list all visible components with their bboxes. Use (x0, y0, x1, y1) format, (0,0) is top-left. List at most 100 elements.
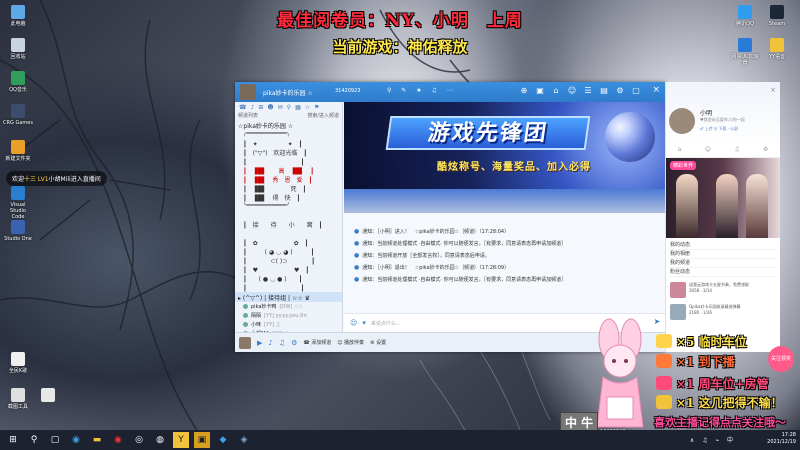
desktop-icon-folder[interactable]: 新建文件夹 (3, 140, 33, 162)
desktop-icon-extra[interactable] (33, 388, 63, 404)
settings-button[interactable]: ⚙ 设置 (370, 339, 386, 346)
menu-icon[interactable]: ☰ (583, 85, 593, 97)
yy-icon (770, 38, 784, 52)
settings-icon[interactable]: ⚙ (291, 339, 297, 347)
clock[interactable]: 17:28 2021/12/19 (767, 432, 796, 446)
phone-icon[interactable]: ☎ (239, 104, 246, 111)
game-icon[interactable]: ◈ (236, 432, 252, 448)
member-item[interactable]: pika妙卡鸭 [OW] ☆☆ (235, 302, 342, 311)
emoji-icon[interactable]: ☺ (350, 319, 357, 327)
desktop-icon-yy[interactable]: YY语音 (762, 38, 792, 60)
edge-icon[interactable]: ◉ (68, 432, 84, 448)
channel-symbol-row[interactable]: ╭━━━━━━━━━━━╮ (235, 130, 342, 139)
flag-icon[interactable]: ⚑ (314, 104, 319, 111)
qq-icon[interactable]: ◆ (215, 432, 231, 448)
desktop-icon-uu[interactable]: 网易UU加速器 (730, 38, 760, 66)
profile-photo-banner[interactable]: 精彩世界 (666, 158, 780, 238)
overlay-line-2: ×1 到下播 (676, 355, 735, 369)
play-accompaniment-button[interactable]: ☺ 播放伴奏 (337, 339, 364, 346)
window-titlebar[interactable]: pika妙卡的乐园 ☆ 31420923 ⚲ ✎ ★ ♫ ⋯ ⊕ ▣ ⌂ ☺ ☰… (235, 82, 665, 102)
desktop-icon-karaoke[interactable]: 全民K歌 (3, 352, 33, 374)
task-view-icon[interactable]: ▢ (47, 432, 63, 448)
desktop-icon-vscode[interactable]: Visual Studio Code (3, 186, 33, 220)
channel-symbol-row[interactable]: ┃ ▐█▌ 高 ▐█▌ ┃ (235, 166, 342, 175)
app-icon[interactable]: ▣ (194, 432, 210, 448)
desktop-icon-studio-one[interactable]: Studio One (3, 220, 33, 242)
user-icon[interactable]: ☻ (267, 104, 273, 111)
steam-icon[interactable]: ◎ (131, 432, 147, 448)
close-icon[interactable]: × (652, 85, 660, 95)
desktop-icon-this-pc[interactable]: 此电脑 (3, 5, 33, 27)
channel-symbol-row[interactable] (235, 229, 342, 238)
channel-root[interactable]: ☆pika妙卡的乐园 ☆ (235, 120, 342, 130)
channel-selected[interactable]: ▸ (^▽^) | 接待组 | ☆☆ ♛ (235, 292, 342, 302)
channel-symbol-row[interactable]: ┃ ♥ ♥ ┃ (235, 265, 342, 274)
channel-symbol-row[interactable]: ┃ ( ◕ ◡ ◕ ) ┃ (235, 247, 342, 256)
profile-menu-item[interactable]: 我的频道 (670, 259, 776, 268)
channel-symbol-row[interactable]: ┃ ✦ ✦ ┃ (235, 139, 342, 148)
channel-symbol-row[interactable]: ┃ ┃ (235, 283, 342, 292)
profile-menu-item[interactable]: 我的相册 (670, 250, 776, 259)
member-item[interactable]: 陌陌 [YY] yy.yy.yeu.9× (235, 311, 342, 320)
channel-symbol-row[interactable]: ┃ ▐█▌ 死 ┃ (235, 184, 342, 193)
add-channel-button[interactable]: ☎ 添加频道 (303, 339, 331, 346)
list-icon[interactable]: ▤ (599, 85, 609, 97)
desktop-icon-qqmusic[interactable]: QQ音乐 (3, 71, 33, 93)
music-icon[interactable]: ♫ (279, 339, 285, 347)
channel-symbol-row[interactable]: ┃ ( ● ◡ ● ) ┃ (235, 274, 342, 283)
desktop-icon-steam[interactable]: Steam (762, 5, 792, 27)
channel-symbol-row[interactable]: ┃ ("▽") 欢迎光临 ┃ (235, 148, 342, 157)
music-icon[interactable]: ♪ (250, 104, 254, 111)
desktop-icon-snipping[interactable]: 截图工具 (3, 388, 33, 410)
channel-window: pika妙卡的乐园 ☆ 31420923 ⚲ ✎ ★ ♫ ⋯ ⊕ ▣ ⌂ ☺ ☰… (235, 82, 665, 352)
self-avatar[interactable] (239, 336, 251, 349)
profile-avatar[interactable] (669, 108, 695, 134)
channel-symbol-row[interactable]: ┃ ✿ ✿ ┃ (235, 238, 342, 247)
desktop-icon-qq[interactable]: 腾讯QQ (730, 5, 760, 27)
board-icon[interactable]: ▦ (295, 104, 301, 111)
profile-menu-item[interactable]: 粉丝动态 (670, 268, 776, 277)
desktop-icon-recycle-bin[interactable]: 回收站 (3, 38, 33, 60)
obs-icon[interactable]: ◍ (152, 432, 168, 448)
desktop-icon-crg[interactable]: CRG Games (3, 104, 33, 126)
explorer-icon[interactable]: ▬ (89, 432, 105, 448)
promo-banner[interactable]: 游戏先锋团 酷炫称号、海量奖品、加入必得 (344, 102, 665, 213)
member-item[interactable]: 小咪 [YY] ♫ (235, 320, 342, 329)
home-icon[interactable]: ⌂ (551, 85, 561, 97)
share-icon[interactable]: ⊕ (519, 85, 529, 97)
channel-symbol-row[interactable]: ┃ ⊂( )⊃ ┃ (235, 256, 342, 265)
channel-symbol-row[interactable]: ╰━━━━━━━━━━━╯ (235, 202, 342, 211)
tab-user-icon[interactable]: ☺ (705, 146, 711, 157)
follow-badge[interactable]: 关注领奖 (768, 346, 794, 372)
screen-icon[interactable]: ▣ (535, 85, 545, 97)
yy-icon[interactable]: Y (173, 432, 189, 448)
start-icon[interactable]: ⊞ (5, 432, 21, 448)
tab-settings-icon[interactable]: ⚙ (763, 146, 768, 157)
channel-symbol-row[interactable]: ┃ ▐█▌ 秀 恩 爱 ┃ (235, 175, 342, 184)
settings-icon[interactable]: ⚙ (615, 85, 625, 97)
channel-symbol-row[interactable]: ┃ ┃ (235, 157, 342, 166)
dropdown-icon[interactable]: ▾ (362, 319, 366, 327)
emoji-icon[interactable]: ☺ (567, 85, 577, 97)
tray-icons[interactable]: ∧ ♫ ⌁ 中 (690, 435, 736, 444)
profile-feed-item[interactable]: 送我云游戏卡五星节奏，免费领取 3058 · 3/14 (666, 280, 780, 302)
tab-home-icon[interactable]: ⌂ (678, 146, 682, 157)
netease-icon[interactable]: ◉ (110, 432, 126, 448)
play-icon[interactable]: ▶ (257, 339, 262, 347)
channel-symbol-row[interactable]: ┃ ▐█▌ 得 快 ┃ (235, 193, 342, 202)
channel-avatar[interactable] (240, 84, 256, 100)
channel-symbol-row[interactable] (235, 211, 342, 220)
search-icon[interactable]: ⚲ (287, 104, 291, 111)
mic-icon[interactable]: ♪ (268, 339, 272, 347)
tab-music-icon[interactable]: ♫ (734, 146, 739, 157)
search-icon[interactable]: ⚲ (26, 432, 42, 448)
title-action-icons[interactable]: ⚲ ✎ ★ ♫ ⋯ (387, 87, 457, 94)
maximize-icon[interactable]: ▢ (631, 85, 641, 97)
channel-symbol-row[interactable]: ┃ 接 待 小 窝 ┃ (235, 220, 342, 229)
grid-icon[interactable]: ⊞ (258, 104, 263, 111)
mail-icon[interactable]: ✉ (278, 104, 283, 111)
profile-feed-item[interactable]: Qpika妙卡乐园收录精选弹幕 2180 · 1/26 (666, 302, 780, 324)
star-icon[interactable]: ☆ (305, 104, 310, 111)
profile-menu-item[interactable]: 我的动态 (670, 241, 776, 250)
close-icon[interactable]: × (770, 86, 776, 94)
